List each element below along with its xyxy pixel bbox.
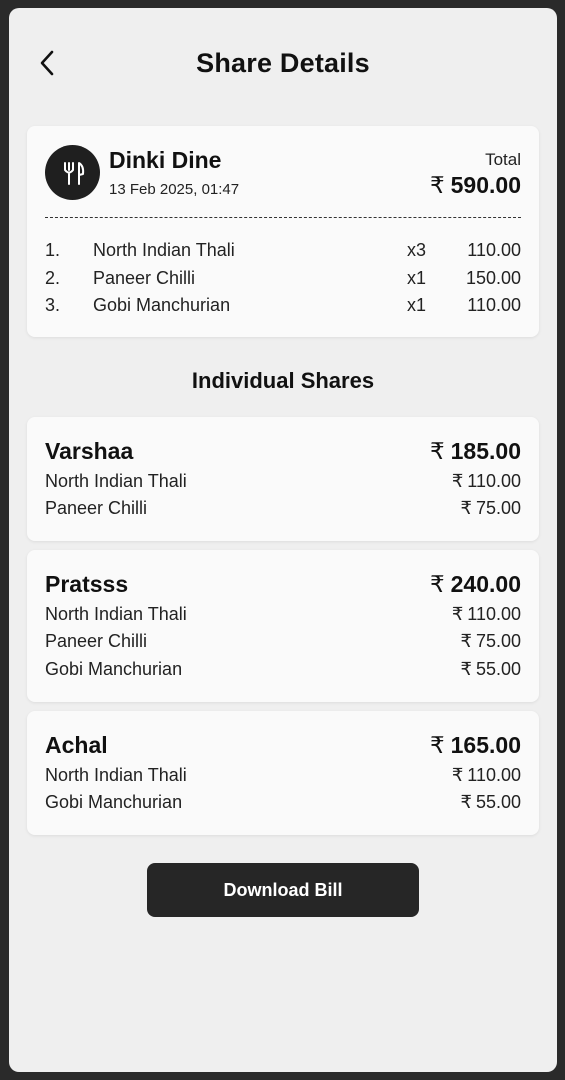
rupee-symbol: ₹	[430, 438, 445, 464]
person-total: ₹240.00	[430, 571, 521, 598]
item-name: North Indian Thali	[93, 240, 235, 260]
cutlery-icon	[63, 161, 84, 185]
share-items-list: North Indian Thali ₹110.00 Paneer Chilli…	[45, 471, 521, 526]
share-item-name: North Indian Thali	[45, 471, 187, 491]
bill-items-list: 1. North Indian Thali x3 110.00 2. Panee…	[45, 240, 521, 323]
header: Share Details	[9, 8, 557, 120]
share-item-row: Gobi Manchurian ₹55.00	[45, 659, 521, 686]
share-item-amount-value: 110.00	[467, 604, 521, 624]
person-total: ₹185.00	[430, 438, 521, 465]
share-item-name: Paneer Chilli	[45, 631, 148, 652]
rupee-symbol: ₹	[451, 471, 464, 491]
item-quantity: x1	[406, 295, 426, 315]
share-item-amount: ₹75.00	[461, 631, 522, 652]
share-item-amount-value: 75.00	[475, 498, 521, 519]
item-quantity: x3	[406, 240, 426, 260]
share-item-name: North Indian Thali	[45, 604, 187, 624]
share-item-amount: ₹110.00	[452, 471, 521, 492]
share-item-name: Gobi Manchurian	[45, 792, 183, 813]
person-name: Pratsss	[45, 571, 129, 597]
share-item-amount-value: 55.00	[475, 792, 521, 813]
rupee-symbol: ₹	[460, 658, 472, 679]
rupee-symbol: ₹	[430, 172, 445, 198]
person-total-value: 240.00	[450, 571, 521, 597]
item-index: 2.	[45, 267, 61, 288]
share-item-row: North Indian Thali ₹110.00	[45, 765, 521, 792]
share-item-name: North Indian Thali	[45, 765, 187, 785]
share-card: Pratsss ₹240.00 North Indian Thali ₹110.…	[27, 550, 539, 702]
bill-summary-card: Dinki Dine 13 Feb 2025, 01:47 Total ₹590…	[27, 126, 539, 337]
share-item-amount-value: 75.00	[475, 631, 521, 652]
person-total-value: 185.00	[450, 438, 521, 464]
bill-datetime: 13 Feb 2025, 01:47	[109, 181, 240, 198]
person-total: ₹165.00	[430, 732, 521, 759]
item-price: 110.00	[467, 240, 521, 260]
share-items-list: North Indian Thali ₹110.00 Gobi Manchuri…	[45, 765, 521, 820]
item-price: 150.00	[465, 267, 521, 288]
rupee-symbol: ₹	[430, 732, 445, 758]
rupee-symbol: ₹	[451, 765, 464, 785]
item-name: Paneer Chilli	[93, 267, 196, 288]
rupee-symbol: ₹	[460, 792, 472, 813]
individual-shares-heading: Individual Shares	[191, 368, 375, 393]
restaurant-logo	[45, 145, 100, 200]
rupee-symbol: ₹	[430, 571, 445, 597]
share-item-amount-value: 55.00	[475, 658, 521, 679]
bill-total-value: 590.00	[450, 172, 521, 198]
bill-item-row: 1. North Indian Thali x3 110.00	[45, 240, 521, 268]
share-items-list: North Indian Thali ₹110.00 Paneer Chilli…	[45, 604, 521, 686]
app-screen: Share Details Dinki Dine 13 Feb 2025, 01…	[9, 8, 557, 1072]
share-item-amount: ₹110.00	[452, 765, 521, 786]
share-item-row: Gobi Manchurian ₹55.00	[45, 792, 521, 819]
page-title: Share Details	[196, 48, 370, 78]
bill-item-row: 3. Gobi Manchurian x1 110.00	[45, 295, 521, 323]
person-name: Achal	[45, 732, 108, 758]
dashed-divider	[45, 217, 521, 218]
share-item-row: Paneer Chilli ₹75.00	[45, 631, 521, 658]
item-price: 110.00	[467, 295, 521, 315]
share-item-row: North Indian Thali ₹110.00	[45, 471, 521, 498]
share-item-amount: ₹75.00	[461, 498, 522, 519]
share-item-name: Paneer Chilli	[45, 498, 148, 519]
share-card: Varshaa ₹185.00 North Indian Thali ₹110.…	[27, 417, 539, 541]
bill-item-row: 2. Paneer Chilli x1 150.00	[45, 268, 521, 296]
share-item-amount-value: 110.00	[467, 765, 521, 785]
person-name: Varshaa	[45, 438, 134, 464]
restaurant-name: Dinki Dine	[109, 147, 222, 173]
item-index: 1.	[45, 240, 61, 260]
rupee-symbol: ₹	[451, 604, 464, 624]
item-index: 3.	[45, 295, 61, 315]
share-item-amount: ₹55.00	[461, 659, 522, 680]
share-item-amount: ₹110.00	[452, 604, 521, 625]
rupee-symbol: ₹	[460, 631, 472, 652]
share-card: Achal ₹165.00 North Indian Thali ₹110.00…	[27, 711, 539, 835]
share-item-name: Gobi Manchurian	[45, 658, 183, 679]
bill-total: ₹590.00	[430, 172, 521, 199]
person-total-value: 165.00	[450, 732, 521, 758]
rupee-symbol: ₹	[460, 498, 472, 519]
item-quantity: x1	[406, 267, 426, 288]
share-item-row: North Indian Thali ₹110.00	[45, 604, 521, 631]
download-bill-button[interactable]: Download Bill	[147, 863, 419, 917]
item-name: Gobi Manchurian	[93, 295, 231, 315]
share-item-amount-value: 110.00	[467, 471, 521, 491]
share-item-amount: ₹55.00	[461, 792, 522, 813]
share-item-row: Paneer Chilli ₹75.00	[45, 498, 521, 525]
total-label: Total	[485, 150, 521, 169]
